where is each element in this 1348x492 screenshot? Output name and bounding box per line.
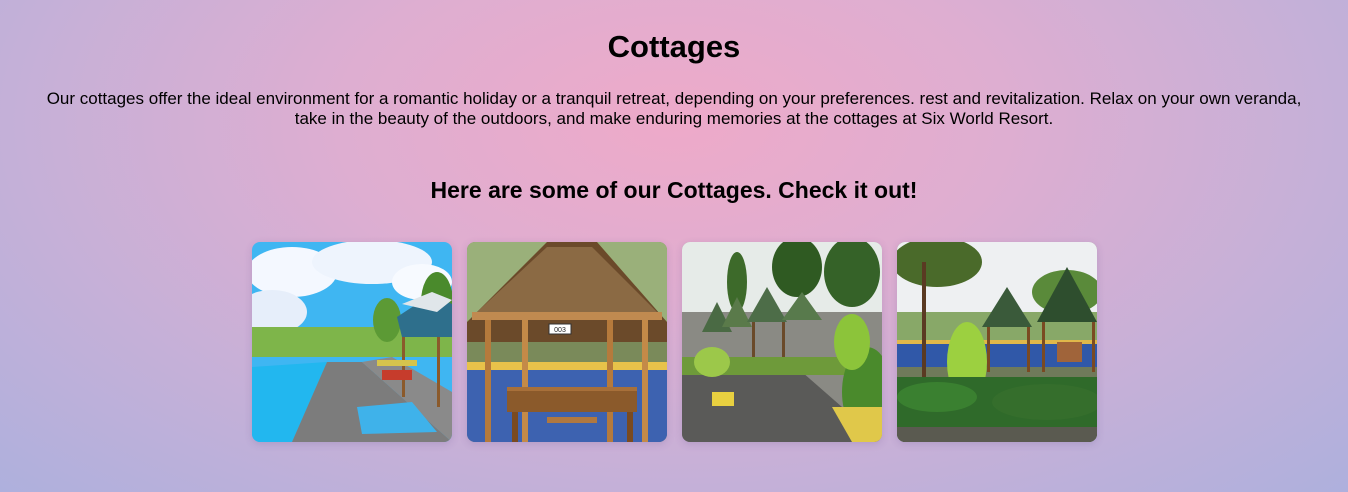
cottages-description: Our cottages offer the ideal environment… (46, 89, 1302, 128)
garden-cottage-row-image (682, 242, 882, 442)
cottage-photo-3[interactable] (682, 242, 882, 442)
cottage-photo-4[interactable] (897, 242, 1097, 442)
page-title: Cottages (607, 29, 741, 64)
poolside-cottages-image (252, 242, 452, 442)
cottages-section: Cottages Our cottages offer the ideal en… (0, 0, 1348, 492)
cottage-photo-2[interactable]: 003 (467, 242, 667, 442)
gallery-heading: Here are some of our Cottages. Check it … (430, 177, 918, 203)
lawn-cottages-image (897, 242, 1097, 442)
cottage-gallery: 003 (252, 242, 1097, 442)
cottage-photo-1[interactable] (252, 242, 452, 442)
bamboo-hut-image: 003 (467, 242, 667, 442)
hut-number-sign: 003 (554, 327, 566, 334)
